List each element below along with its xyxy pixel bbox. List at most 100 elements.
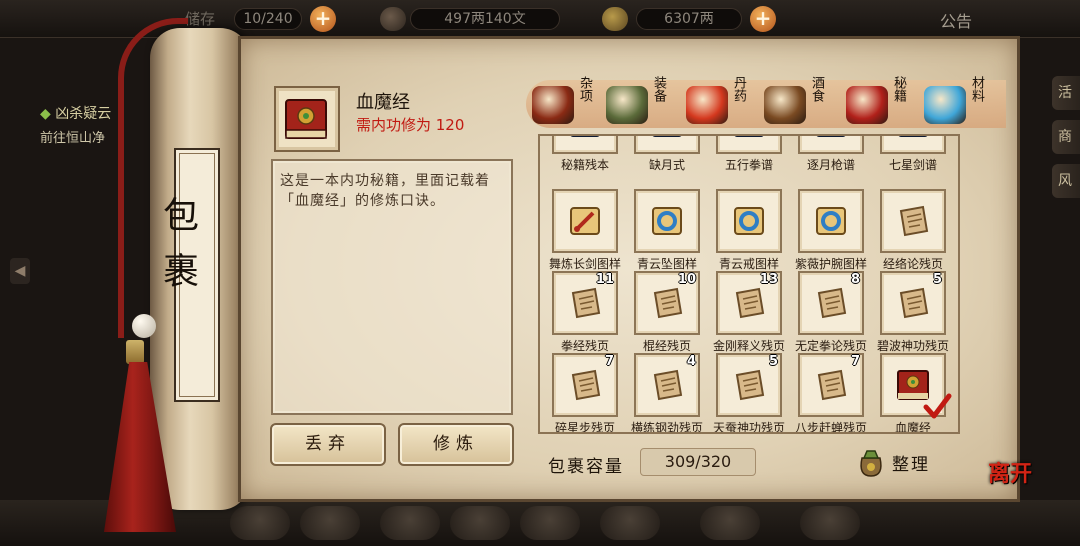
checkmark-icon	[922, 391, 952, 421]
jar-icon	[532, 86, 574, 124]
item-description: 这是一本内功秘籍，里面记载着「血魔经」的修炼口诀。	[280, 173, 490, 209]
bottom-menu-item-8[interactable]	[800, 506, 860, 540]
add-gold-button[interactable]: +	[750, 6, 776, 32]
item-grid[interactable]: 秘籍残本 缺月式 五行拳谱 逐月枪谱 七星剑谱舞炼长剑图样 青云坠图样 青云戒图样 紫薇护腕图…	[538, 134, 960, 434]
bottom-menu-item-4[interactable]	[450, 506, 510, 540]
category-tab-3[interactable]: 酒食	[764, 76, 844, 128]
money-bag-icon	[860, 450, 882, 477]
crystal-icon	[924, 86, 966, 124]
inventory-slot[interactable]: 秘籍残本	[552, 136, 618, 172]
page-icon	[811, 365, 851, 405]
inventory-slot[interactable]: 10 棍经残页	[634, 271, 700, 353]
discard-button[interactable]: 丢弃	[270, 423, 386, 466]
item-count: 10	[677, 272, 696, 287]
inventory-slot[interactable]: 5 碧波神功残页	[877, 271, 949, 353]
blue-book-icon	[647, 136, 687, 142]
bottom-menu-item-5[interactable]	[520, 506, 580, 540]
item-count: 11	[595, 272, 614, 287]
leave-button[interactable]: 离开	[988, 456, 1040, 508]
right-tab-activity[interactable]: 活	[1052, 76, 1080, 110]
copper-amount: 497两140文	[410, 8, 560, 30]
category-tab-4[interactable]: 秘籍	[846, 76, 926, 128]
page-icon	[565, 283, 605, 323]
blue-scroll-icon	[647, 201, 687, 241]
right-tab-shop[interactable]: 商	[1052, 120, 1080, 154]
inventory-slot[interactable]: 七星剑谱	[880, 136, 946, 172]
category-tab-1[interactable]: 装备	[606, 76, 686, 128]
armor-icon	[606, 86, 648, 124]
practice-button[interactable]: 修炼	[398, 423, 514, 466]
gold-ingot-icon	[602, 7, 628, 31]
item-count: 5	[768, 354, 778, 369]
red-scroll-icon	[565, 201, 605, 241]
item-count: 5	[932, 272, 942, 287]
blue-book-icon	[565, 136, 605, 142]
page-icon	[729, 365, 769, 405]
category-tab-0[interactable]: 杂项	[532, 76, 612, 128]
item-name: 碧波神功残页	[876, 339, 949, 353]
wine-food-icon	[764, 86, 806, 124]
page-icon	[893, 283, 933, 323]
item-count: 8	[850, 272, 860, 287]
category-label: 装备	[651, 76, 666, 102]
category-tab-2[interactable]: 丹药	[686, 76, 766, 128]
item-name: 血魔经	[894, 421, 931, 434]
collapse-arrow-icon[interactable]: ◀	[10, 258, 30, 284]
blue-book-icon	[893, 136, 933, 142]
category-label: 秘籍	[891, 76, 906, 102]
sort-button[interactable]: 整理	[854, 444, 940, 480]
inventory-slot[interactable]: 紫薇护腕图样	[795, 189, 867, 271]
page-icon	[729, 283, 769, 323]
quest-title[interactable]: 凶杀疑云	[40, 103, 111, 123]
add-bag-button[interactable]: +	[310, 6, 336, 32]
pills-icon	[686, 86, 728, 124]
category-label: 材料	[969, 76, 984, 102]
bottom-menu-item-2[interactable]	[300, 506, 360, 540]
item-count: 4	[686, 354, 696, 369]
bottom-menu-item-1[interactable]	[230, 506, 290, 540]
inventory-slot[interactable]: 7 碎星步残页	[552, 353, 618, 432]
page-icon	[647, 283, 687, 323]
coin-icon	[380, 7, 406, 31]
inventory-slot[interactable]: 缺月式	[634, 136, 700, 172]
scroll-title: 包裹	[157, 196, 198, 308]
inventory-slot[interactable]: 经络论残页	[880, 189, 946, 271]
selected-item-name: 血魔经	[356, 92, 410, 113]
tassel-bead	[132, 314, 156, 338]
item-name: 经络论残页	[882, 257, 943, 271]
item-count: 7	[604, 354, 614, 369]
inventory-slot[interactable]: 13 金刚释义残页	[713, 271, 785, 353]
blue-scroll-icon	[729, 201, 769, 241]
blue-book-icon	[811, 136, 851, 142]
right-tab-wind[interactable]: 风	[1052, 164, 1080, 198]
inventory-slot[interactable]: 5 天蚕神功残页	[713, 353, 785, 432]
capacity-label: 包裹容量	[548, 457, 624, 477]
inventory-slot[interactable]: 血魔经	[880, 353, 952, 432]
inventory-slot[interactable]: 8 无定拳论残页	[795, 271, 867, 353]
gold-amount: 6307两	[636, 8, 742, 30]
bottom-menu-item-3[interactable]	[380, 506, 440, 540]
inventory-slot[interactable]: 7 八步赶蝉残页	[795, 353, 867, 432]
inventory-slot[interactable]: 4 横练钢劲残页	[631, 353, 703, 432]
inventory-slot[interactable]: 舞炼长剑图样	[549, 189, 621, 271]
inventory-slot[interactable]: 五行拳谱	[716, 136, 782, 172]
bottom-menu-item-7[interactable]	[700, 506, 760, 540]
inventory-slot[interactable]: 逐月枪谱	[798, 136, 864, 172]
tassel-knot	[126, 340, 144, 364]
inventory-slot[interactable]: 青云坠图样	[634, 189, 700, 271]
blue-scroll-icon	[811, 201, 851, 241]
inventory-slot[interactable]: 青云戒图样	[716, 189, 782, 271]
capacity-value: 309/320	[640, 448, 756, 476]
bottom-menu-item-6[interactable]	[600, 506, 660, 540]
page-icon	[565, 365, 605, 405]
page-icon	[647, 365, 687, 405]
category-label: 酒食	[809, 76, 824, 102]
notice-button[interactable]: 公告	[940, 8, 972, 32]
category-tab-5[interactable]: 材料	[924, 76, 1004, 128]
bag-count: 10/240	[234, 8, 302, 30]
category-label: 杂项	[577, 76, 592, 102]
inventory-slot[interactable]: 11 拳经残页	[552, 271, 618, 353]
blue-book-icon	[729, 136, 769, 142]
item-count: 13	[759, 272, 778, 287]
sort-label: 整理	[892, 455, 930, 475]
